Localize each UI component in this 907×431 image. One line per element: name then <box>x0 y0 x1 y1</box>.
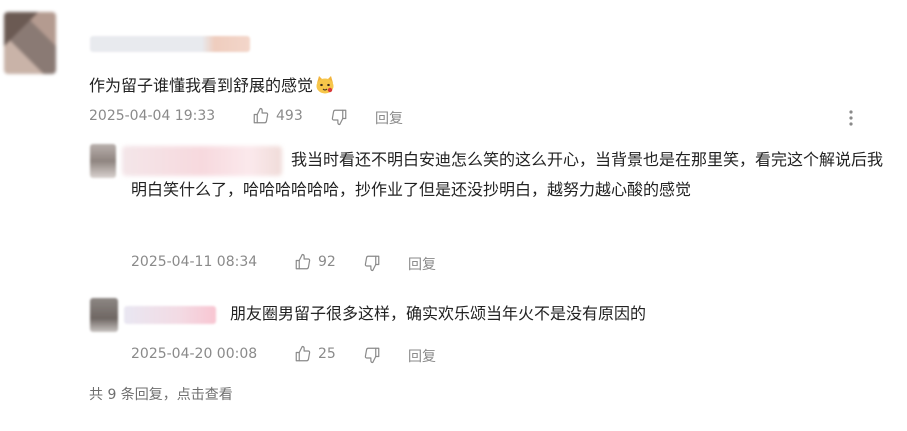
reply-text-content: 我当时看还不明白安迪怎么笑的这么开心，当背景也是在那里笑，看完这个解说后我明白笑… <box>131 150 884 199</box>
reply-button[interactable]: 回复 <box>375 108 403 128</box>
dislike-button[interactable] <box>330 108 348 126</box>
reply-dislike-button[interactable] <box>363 346 381 364</box>
reply-like-button[interactable]: 25 <box>294 345 336 363</box>
reply-like-count: 25 <box>318 346 336 362</box>
comment-text: 作为留子谁懂我看到舒展的感觉 <box>89 72 335 96</box>
reply-username-blurred[interactable] <box>124 306 216 324</box>
reply-dislike-button[interactable] <box>363 254 381 272</box>
reply-reply-button[interactable]: 回复 <box>408 254 436 274</box>
more-vertical-icon[interactable] <box>844 108 858 128</box>
avatar[interactable] <box>4 12 56 74</box>
username-blurred[interactable] <box>90 36 250 52</box>
reply-time: 2025-04-11 08:34 <box>131 254 258 270</box>
thumbs-up-icon <box>295 253 311 270</box>
reply-like-button[interactable]: 92 <box>294 253 336 271</box>
comment-text-content: 作为留子谁懂我看到舒展的感觉 <box>89 76 314 95</box>
reply-text: 朋友圈男留子很多这样，确实欢乐颂当年火不是没有原因的 <box>230 304 647 323</box>
thumbs-down-icon <box>331 109 347 126</box>
comment-time: 2025-04-04 19:33 <box>89 108 216 124</box>
reply-time: 2025-04-20 00:08 <box>131 346 258 362</box>
reply-reply-button[interactable]: 回复 <box>408 346 436 366</box>
view-replies-link[interactable]: 共 9 条回复，点击查看 <box>89 384 233 404</box>
like-count: 493 <box>276 108 303 124</box>
thumbs-up-icon <box>295 345 311 362</box>
reply-avatar[interactable] <box>90 298 118 332</box>
reply-like-count: 92 <box>318 254 336 270</box>
thumbs-down-icon <box>364 347 380 364</box>
thumbs-up-icon <box>253 107 269 124</box>
like-button[interactable]: 493 <box>252 107 303 125</box>
cat-face-emoji-icon <box>316 76 334 94</box>
thumbs-down-icon <box>364 255 380 272</box>
reply-avatar[interactable] <box>90 144 116 178</box>
reply-text: 我当时看还不明白安迪怎么笑的这么开心，当背景也是在那里笑，看完这个解说后我明白笑… <box>131 145 891 205</box>
